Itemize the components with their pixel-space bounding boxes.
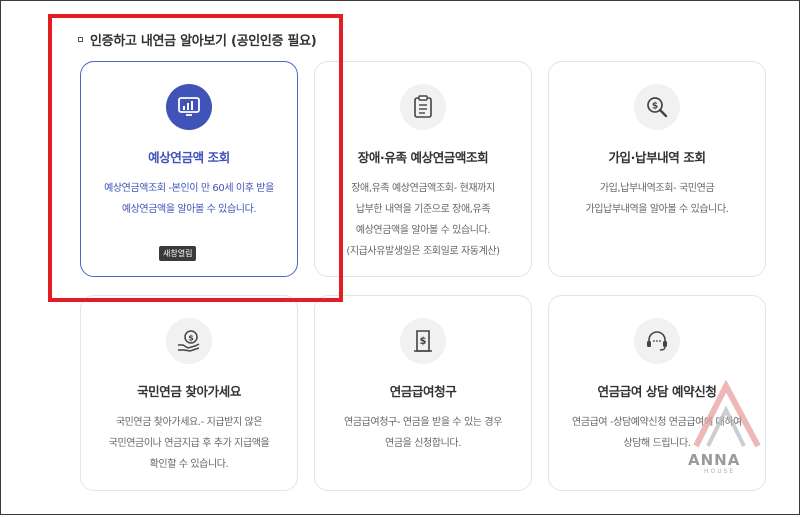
svg-text:$: $ [420,336,427,347]
card-title: 예상연금액 조회 [148,150,230,165]
section-title-text: 인증하고 내연금 알아보기 (공인인증 필요) [90,34,317,49]
card-title: 연금급여청구 [389,384,457,399]
watermark-logo: ANNA HOUSE [686,378,766,475]
card-enrollment-payment-history[interactable]: $ 가입·납부내역 조회 가입,납부내역조회- 국민연금 가입납부내역을 알아볼… [548,61,766,277]
card-title: 가입·납부내역 조회 [608,150,706,165]
card-disability-survivor-pension[interactable]: 장애·유족 예상연금액조회 장애,유족 예상연금액조회- 현재까지 납부한 내역… [314,61,532,277]
card-description: 국민연금 찾아가세요.- 지급받지 않은 국민연금이나 연금지급 후 추가 지급… [108,417,270,470]
document-dollar-icon: $ [414,330,432,352]
hand-coin-icon: $ [178,330,200,352]
card-find-pension[interactable]: $ 국민연금 찾아가세요 국민연금 찾아가세요.- 지급받지 않은 국민연금이나… [80,295,298,491]
icon-circle: $ [166,318,212,364]
new-window-badge: 새창열림 [159,246,197,261]
icon-circle [166,84,212,130]
square-bullet-icon [78,37,83,42]
card-description: 연금급여청구- 연금을 받을 수 있는 경우 연금을 신청합니다. [344,417,502,449]
headset-icon [647,331,667,351]
section-title: 인증하고 내연금 알아보기 (공인인증 필요) [78,30,317,49]
mountain-logo-icon [693,379,761,448]
icon-circle [400,84,446,130]
card-expected-pension[interactable]: 예상연금액 조회 예상연금액조회 -본인이 만 60세 이후 받을 예상연금액을… [80,61,298,277]
card-title: 장애·유족 예상연금액조회 [357,150,489,165]
icon-circle: $ [400,318,446,364]
card-pension-claim[interactable]: $ 연금급여청구 연금급여청구- 연금을 받을 수 있는 경우 연금을 신청합니… [314,295,532,491]
clipboard-list-icon [414,95,432,118]
monitor-chart-icon [178,97,200,116]
icon-circle [634,318,680,364]
icon-circle: $ [634,84,680,130]
card-title: 국민연금 찾아가세요 [137,384,241,399]
svg-text:$: $ [652,102,658,112]
watermark-text: ANNA [688,451,741,469]
magnifier-dollar-icon: $ [647,97,668,118]
watermark-subtext: HOUSE [704,468,736,475]
card-description: 장애,유족 예상연금액조회- 현재까지 납부한 내역을 기준으로 장애,유족 예… [346,183,500,257]
card-description: 예상연금액조회 -본인이 만 60세 이후 받을 예상연금액을 알아볼 수 있습… [104,183,274,215]
svg-text:$: $ [188,334,194,343]
card-description: 가입,납부내역조회- 국민연금 가입납부내역을 알아볼 수 있습니다. [585,183,729,215]
